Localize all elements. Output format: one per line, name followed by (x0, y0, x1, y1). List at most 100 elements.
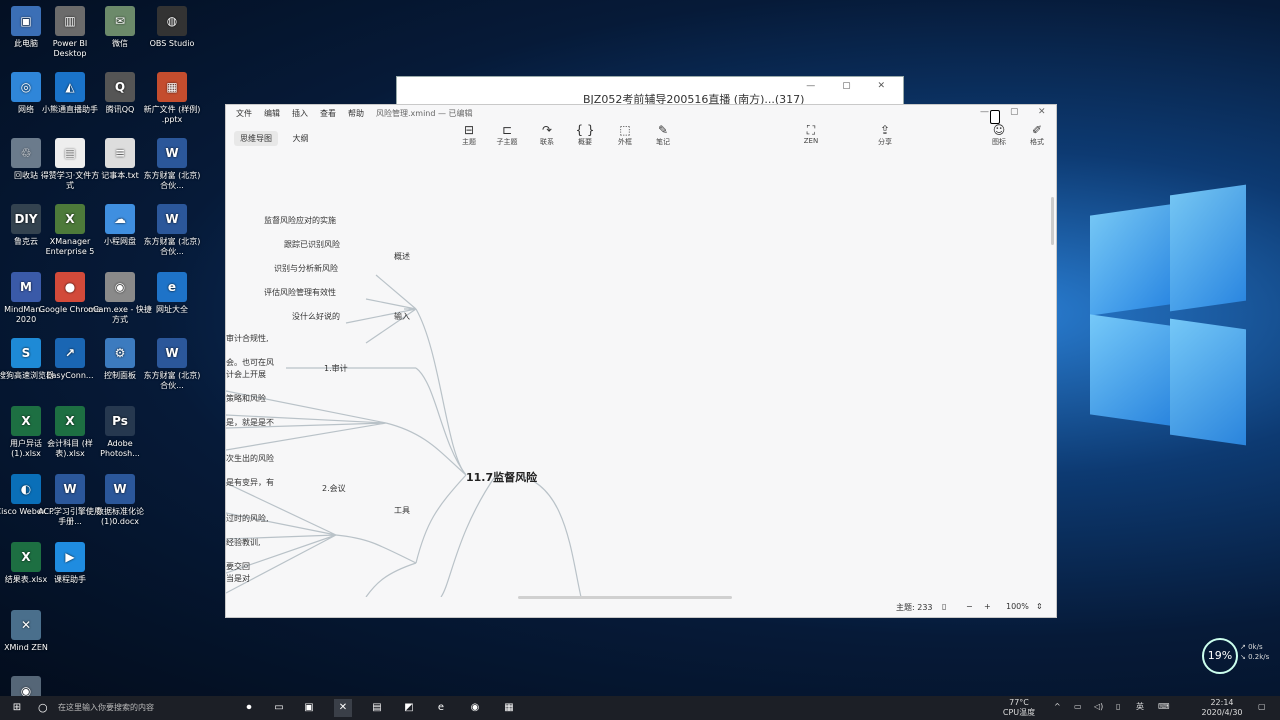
desktop-icon[interactable]: W 东方财富 (北京) 合伙... (140, 138, 204, 191)
mindmap-subtopic[interactable]: 评估风险管理有效性 (264, 287, 336, 298)
desktop-icon[interactable]: W 东方财富 (北京) 合伙... (140, 204, 204, 257)
toolbar-button[interactable]: ⬚ 外框 (608, 123, 642, 147)
task-view-icon[interactable]: ▭ (270, 699, 288, 717)
tab-outline[interactable]: 大纲 (287, 131, 315, 146)
mindmap-subtopic[interactable]: 计会上开展 (226, 369, 266, 380)
xmind-window[interactable]: 文件 编辑 插入 查看 帮助 风险管理.xmind — 已编辑 — ▢ ✕ 思维… (225, 104, 1057, 618)
toolbar-label: 笔记 (656, 138, 670, 146)
upload-speed: ↗ 0k/s (1240, 643, 1263, 651)
zoom-in-icon[interactable]: + (984, 602, 991, 611)
mindmap-subtopic[interactable]: 经验教训, (226, 537, 261, 548)
desktop-icon[interactable]: Ps Adobe Photosh... (88, 406, 152, 459)
taskbar: ⊞ ○ 在这里输入你要搜索的内容 ⏺ ▭ ▣ ✕ ▤ ◩ e ◉ ▦ 77°C … (0, 696, 1280, 720)
desktop-icon[interactable]: ▦ 新广文件 (样例) .pptx (140, 72, 204, 125)
app-icon: X (11, 542, 41, 572)
zoom-dropdown-icon[interactable]: ⇕ (1036, 602, 1043, 611)
menu-file[interactable]: 文件 (236, 108, 252, 119)
toolbar-button[interactable]: { } 概要 (568, 123, 602, 147)
desktop-icon[interactable]: ◍ OBS Studio (140, 6, 204, 49)
app-icon-xmind[interactable]: ✕ (334, 699, 352, 717)
mindmap-subtopic[interactable]: 过时的风险, (226, 513, 269, 524)
vertical-scrollbar[interactable] (1051, 197, 1054, 245)
mindmap-subtopic[interactable]: 识别与分析新风险 (274, 263, 338, 274)
toolbar-button[interactable]: ⊟ 主题 (452, 123, 486, 147)
cpu-usage-badge[interactable]: 19% (1202, 638, 1238, 674)
background-window-controls[interactable]: — ▢ ✕ (806, 81, 897, 91)
menu-insert[interactable]: 插入 (292, 108, 308, 119)
toolbar-button[interactable]: ☺ 图标 (982, 123, 1016, 147)
mindmap-branch-topic[interactable]: 工具 (394, 505, 410, 516)
microphone-icon[interactable]: ⏺ (240, 699, 258, 717)
mindmap-subtopic[interactable]: 次生出的风险 (226, 453, 274, 464)
desktop-icon-label: 东方财富 (北京) 合伙... (143, 171, 201, 190)
zoom-level[interactable]: 100% (1006, 602, 1029, 611)
toolbar-button[interactable]: ⊏ 子主题 (490, 123, 524, 147)
mindmap-canvas[interactable]: 11.7监督风险 概述 监督风险应对的实施跟踪已识别风险识别与分析新风险评估风险管理… (226, 153, 1048, 597)
mindmap-subtopic[interactable]: 会。也可在风 (226, 357, 274, 368)
desktop-icon-label: OBS Studio (149, 39, 195, 48)
desktop-icon[interactable]: ▶ 课程助手 (38, 542, 102, 585)
app-icon: ✉ (105, 6, 135, 36)
desktop-icon[interactable]: e 网址大全 (140, 272, 204, 315)
network-icon[interactable]: ▭ (1074, 702, 1082, 712)
minimize-icon[interactable]: — (980, 107, 989, 117)
taskbar-search[interactable]: ○ 在这里输入你要搜索的内容 (34, 698, 258, 718)
clock-date: 2020/4/30 (1201, 708, 1243, 717)
mindmap-subtopic[interactable]: 跟踪已识别风险 (284, 239, 340, 250)
maximize-icon[interactable]: ▢ (1010, 107, 1019, 117)
tray-up-arrow-icon[interactable]: ^ (1054, 702, 1061, 712)
mindmap-branch-topic[interactable]: 概述 (394, 251, 410, 262)
toolbar-button[interactable]: ✐ 格式 (1020, 123, 1054, 147)
mindmap-subtopic[interactable]: 当是对 (226, 573, 250, 584)
clock[interactable]: 22:14 2020/4/30 (1192, 698, 1252, 718)
toolbar-icon: ↷ (541, 123, 553, 137)
toolbar-icon: ⇪ (879, 123, 891, 137)
start-icon[interactable]: ⊞ (8, 699, 26, 717)
tab-mindmap[interactable]: 思维导图 (234, 131, 278, 146)
map-icon[interactable]: ▯ (942, 602, 946, 611)
menu-view[interactable]: 查看 (320, 108, 336, 119)
mindmap-subtopic[interactable]: 要交回 (226, 561, 250, 572)
desktop-icon[interactable]: ✕ XMind ZEN (0, 610, 58, 653)
battery-icon[interactable]: ▯ (1116, 702, 1120, 712)
notification-icon[interactable]: ▢ (1258, 702, 1266, 712)
menu-bar: 文件 编辑 插入 查看 帮助 风险管理.xmind — 已编辑 (226, 105, 1056, 121)
app-icon-1[interactable]: ▣ (300, 699, 318, 717)
desktop-icon[interactable]: W 数据标准化论(1)0.docx (88, 474, 152, 527)
keyboard-icon[interactable]: ⌨ (1158, 702, 1170, 712)
mindmap-subtopic[interactable]: 监督风险应对的实施 (264, 215, 336, 226)
desktop-icon[interactable]: W 东方财富 (北京) 合伙... (140, 338, 204, 391)
mindmap-branch-topic[interactable]: 输入 (394, 311, 410, 322)
mindmap-subtopic[interactable]: 策略和风险 (226, 393, 266, 404)
mindmap-root-topic[interactable]: 11.7监督风险 (466, 469, 537, 485)
mindmap-branch-topic[interactable]: 2.会议 (322, 483, 346, 494)
zoom-out-icon[interactable]: − (966, 602, 973, 611)
volume-icon[interactable]: ◁) (1094, 702, 1103, 712)
app-icon-4[interactable]: ◉ (466, 699, 484, 717)
toolbar-label: 子主题 (496, 138, 518, 146)
app-icon: ▤ (55, 138, 85, 168)
toolbar-icon: ✎ (657, 123, 669, 137)
mindmap-subtopic[interactable]: 是有变异，有 (226, 477, 274, 488)
ime-icon[interactable]: 英 (1136, 702, 1144, 712)
windows-logo (1060, 150, 1250, 630)
desktop-icon-label: Adobe Photosh... (100, 439, 140, 458)
app-icon: DIY (11, 204, 41, 234)
mindmap-subtopic[interactable]: 审计合规性, (226, 333, 269, 344)
toolbar-button[interactable]: ⛶ ZEN (794, 123, 828, 145)
mindmap-subtopic[interactable]: 没什么好说的 (292, 311, 340, 322)
toolbar-button[interactable]: ✎ 笔记 (646, 123, 680, 147)
app-icon-3[interactable]: ◩ (400, 699, 418, 717)
menu-edit[interactable]: 编辑 (264, 108, 280, 119)
toolbar-button[interactable]: ⇪ 分享 (868, 123, 902, 147)
mindmap-subtopic[interactable]: 是，就是是不 (226, 417, 274, 428)
toolbar-button[interactable]: ↷ 联系 (530, 123, 564, 147)
mindmap-branch-topic[interactable]: 1.审计 (324, 363, 348, 374)
app-icon: ◎ (11, 72, 41, 102)
close-icon[interactable]: ✕ (1038, 107, 1046, 117)
menu-help[interactable]: 帮助 (348, 108, 364, 119)
app-icon-5[interactable]: ▦ (500, 699, 518, 717)
edge-icon[interactable]: e (432, 699, 450, 717)
app-icon-2[interactable]: ▤ (368, 699, 386, 717)
app-icon: W (105, 474, 135, 504)
